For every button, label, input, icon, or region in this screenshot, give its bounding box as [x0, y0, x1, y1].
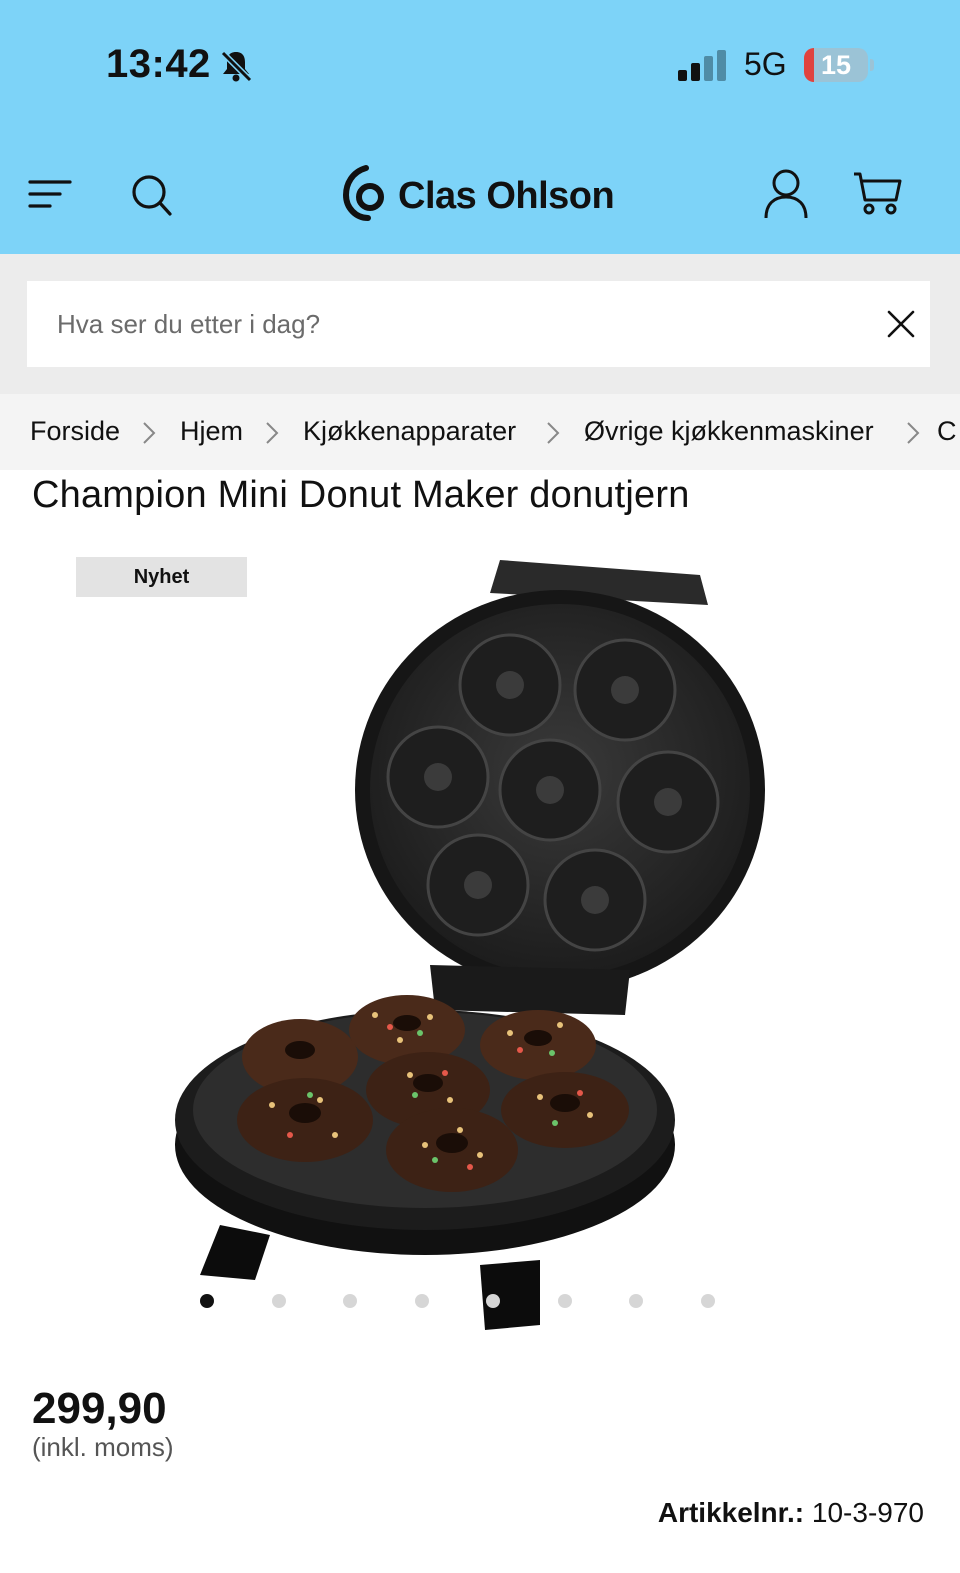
bell-muted-icon	[220, 50, 253, 83]
clas-ohlson-logo-icon	[342, 165, 384, 221]
carousel-dot[interactable]	[629, 1294, 643, 1308]
app-header: 13:42 5G 15 Clas Ohlson	[0, 0, 960, 254]
carousel-dot[interactable]	[343, 1294, 357, 1308]
carousel-dot[interactable]	[271, 1294, 286, 1308]
search-icon[interactable]	[130, 172, 174, 218]
article-number: Artikkelnr.: 10-3-970	[658, 1497, 924, 1529]
search-bar	[0, 254, 960, 394]
carousel-dot[interactable]	[414, 1294, 429, 1308]
chevron-right-icon	[266, 422, 279, 444]
network-type: 5G	[744, 46, 787, 82]
new-badge: Nyhet	[76, 557, 247, 597]
menu-icon[interactable]	[28, 174, 74, 214]
chevron-right-icon	[547, 422, 560, 444]
status-time: 13:42	[106, 42, 211, 86]
search-input[interactable]	[27, 281, 847, 367]
breadcrumb-item-kjokkenapparater[interactable]: Kjøkkenapparater	[303, 416, 516, 447]
image-carousel-indicator	[200, 1294, 720, 1310]
breadcrumb-item-hjem[interactable]: Hjem	[180, 416, 243, 447]
breadcrumb-item-truncated[interactable]: C	[937, 416, 957, 447]
carousel-dot[interactable]	[557, 1294, 572, 1308]
breadcrumb-item-ovrige-kjokkenmaskiner[interactable]: Øvrige kjøkkenmaskiner	[584, 416, 874, 447]
carousel-dot[interactable]	[700, 1294, 715, 1308]
battery-icon: 15	[804, 48, 874, 82]
carousel-dot[interactable]	[200, 1294, 214, 1308]
product-title: Champion Mini Donut Maker donutjern	[32, 474, 690, 516]
chevron-right-icon	[143, 422, 156, 444]
article-number-value: 10-3-970	[811, 1497, 924, 1528]
cart-icon[interactable]	[852, 170, 902, 216]
brand-logo[interactable]: Clas Ohlson	[340, 162, 630, 226]
breadcrumb: Forside Hjem Kjøkkenapparater Øvrige kjø…	[0, 394, 960, 470]
cellular-signal-icon	[678, 50, 726, 81]
close-icon[interactable]	[885, 308, 917, 340]
price-vat-note: (inkl. moms)	[32, 1432, 174, 1462]
chevron-right-icon	[907, 422, 920, 444]
search-field	[27, 281, 930, 367]
article-number-label: Artikkelnr.:	[657, 1497, 805, 1528]
battery-level: 15	[820, 50, 852, 80]
breadcrumb-item-forside[interactable]: Forside	[30, 416, 120, 447]
carousel-dot[interactable]	[486, 1294, 500, 1308]
product-image[interactable]	[160, 545, 800, 1335]
account-icon[interactable]	[762, 168, 810, 220]
brand-name: Clas Ohlson	[398, 175, 615, 217]
product-price: 299,90	[32, 1384, 167, 1433]
